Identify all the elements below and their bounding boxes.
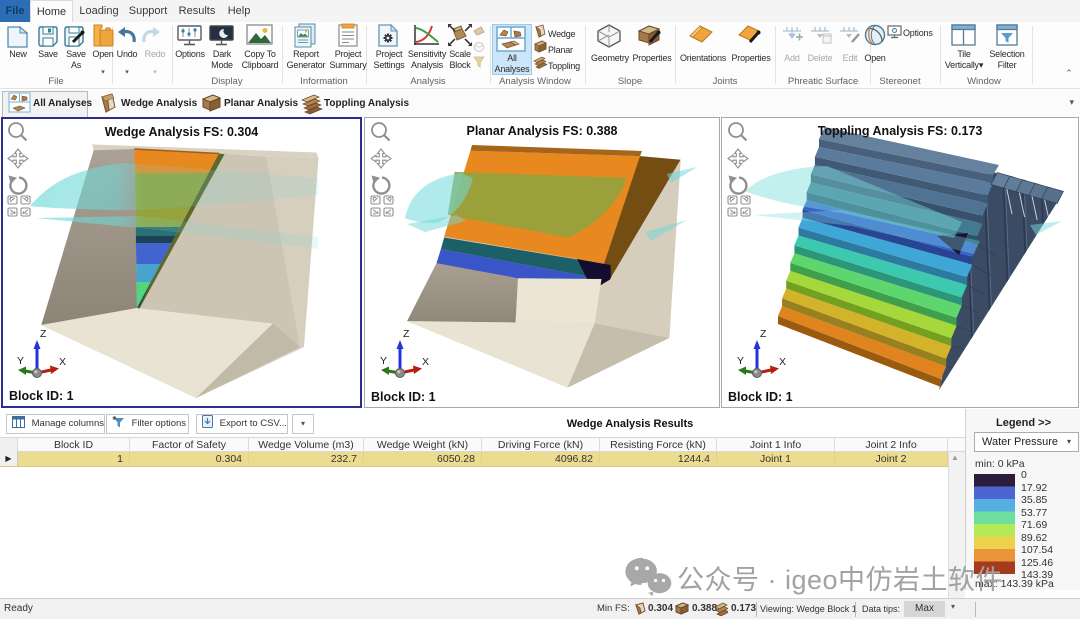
svg-text:Z: Z	[40, 328, 47, 340]
svg-text:Y: Y	[17, 355, 24, 367]
svg-text:X: X	[59, 356, 66, 368]
